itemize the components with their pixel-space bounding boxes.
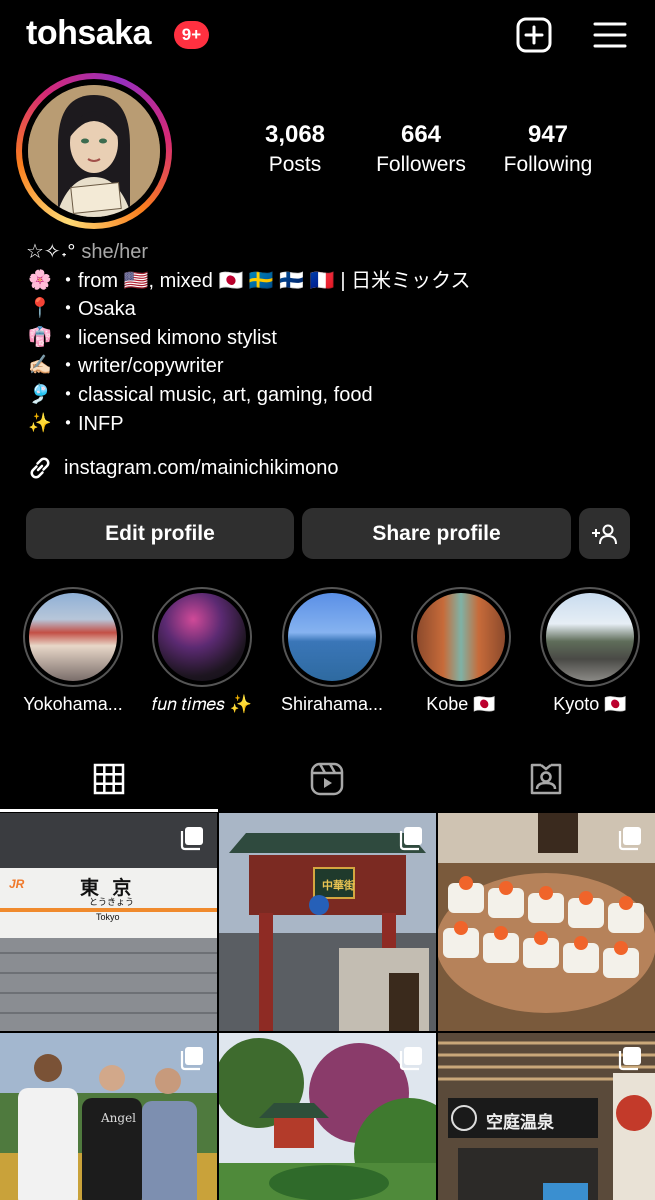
story-ring[interactable]: [16, 73, 172, 229]
highlight-label: Shirahama...: [280, 694, 384, 714]
highlight-fun-times[interactable]: 𝑓𝑢𝑛 𝑡𝑖𝑚𝑒𝑠 ✨: [137, 587, 267, 715]
wind-chime-icon: 🎐: [28, 383, 52, 405]
bio-text: ・classical music, art, gaming, food: [58, 383, 373, 406]
carousel-icon: [399, 1047, 422, 1071]
cherry-blossom-icon: 🌸: [28, 269, 52, 291]
menu-icon[interactable]: [591, 16, 629, 54]
highlight-cover: [417, 593, 505, 681]
bio-text: ・from 🇺🇸, mixed 🇯🇵 🇸🇪 🇫🇮 🇫🇷 | 日米ミックス: [58, 269, 471, 292]
profile-bio: ☆✧˖° she/her 🌸 ・from 🇺🇸, mixed 🇯🇵 🇸🇪 🇫🇮 …: [26, 238, 636, 438]
share-profile-button[interactable]: Share profile: [302, 508, 571, 559]
tab-tagged[interactable]: [437, 745, 655, 812]
link-icon: [30, 457, 50, 479]
bio-line: ✍🏻 ・writer/copywriter: [26, 352, 636, 381]
following-count[interactable]: 947 Following: [495, 120, 601, 180]
highlight-cover: [158, 593, 246, 681]
top-bar: tohsaka 9+: [0, 0, 655, 70]
bio-line: 🌸 ・from 🇺🇸, mixed 🇯🇵 🇸🇪 🇫🇮 🇫🇷 | 日米ミックス: [26, 267, 636, 296]
post-thumbnail[interactable]: [438, 813, 655, 1031]
bio-line: 👘 ・licensed kimono stylist: [26, 324, 636, 353]
post-thumbnail[interactable]: 中華街: [219, 813, 436, 1031]
bio-text: ・INFP: [58, 412, 124, 435]
discover-people-button[interactable]: [579, 508, 630, 559]
new-post-icon[interactable]: [515, 16, 553, 54]
bio-line: ✨ ・INFP: [26, 410, 636, 439]
highlight-kyoto[interactable]: Kyoto 🇯🇵: [525, 587, 655, 715]
sign-text: 空庭温泉: [486, 1113, 554, 1132]
posts-grid: JR 東 京 とうきょう Tokyo 中華街 Angel 空庭温泉: [0, 813, 655, 1200]
post-thumbnail[interactable]: 空庭温泉: [438, 1033, 655, 1200]
active-tab-indicator: [0, 809, 218, 812]
jr-logo: JR: [9, 877, 25, 891]
post-thumbnail[interactable]: JR 東 京 とうきょう Tokyo: [0, 813, 217, 1031]
highlight-cover: [29, 593, 117, 681]
bio-text: ・licensed kimono stylist: [58, 326, 277, 349]
carousel-icon: [618, 827, 641, 851]
username-title[interactable]: tohsaka: [26, 14, 152, 53]
add-person-icon: [591, 524, 617, 544]
bio-line: 📍 ・Osaka: [26, 295, 636, 324]
pronouns: she/her: [81, 241, 149, 263]
posts-count[interactable]: 3,068 Posts: [245, 120, 345, 180]
highlight-kobe[interactable]: Kobe 🇯🇵: [396, 587, 526, 715]
bio-text: ・Osaka: [58, 298, 136, 321]
shirt-text: Angel: [101, 1111, 137, 1125]
sign-kana: とうきょう: [89, 897, 135, 907]
carousel-icon: [618, 1047, 641, 1071]
bio-line: 🎐 ・classical music, art, gaming, food: [26, 381, 636, 410]
sparkles-icon: ✨: [28, 412, 52, 434]
highlight-cover: [288, 593, 376, 681]
highlight-label: Yokohama...: [23, 694, 123, 714]
profile-tabs: [0, 745, 655, 812]
highlight-label: Kobe 🇯🇵: [426, 694, 496, 714]
pin-icon: 📍: [28, 298, 52, 320]
highlight-label: 𝑓𝑢𝑛 𝑡𝑖𝑚𝑒𝑠 ✨: [151, 694, 253, 714]
tab-grid[interactable]: [0, 745, 218, 812]
highlight-cover: [546, 593, 634, 681]
link-text: instagram.com/mainichikimono: [64, 456, 339, 479]
tagged-icon: [530, 763, 562, 794]
highlight-label: Kyoto 🇯🇵: [553, 694, 627, 714]
sign-roman: Tokyo: [96, 912, 120, 922]
post-thumbnail[interactable]: Angel: [0, 1033, 217, 1200]
profile-link[interactable]: instagram.com/mainichikimono: [26, 454, 339, 482]
post-thumbnail[interactable]: [219, 1033, 436, 1200]
followers-count[interactable]: 664 Followers: [365, 120, 477, 180]
notification-badge[interactable]: 9+: [174, 21, 209, 49]
bio-text: ・writer/copywriter: [58, 355, 224, 378]
avatar: [28, 85, 160, 217]
pronoun-prefix: ☆✧˖°: [26, 241, 76, 263]
reels-icon: [310, 762, 344, 795]
grid-icon: [93, 763, 125, 794]
carousel-icon: [180, 1047, 203, 1071]
sign-text: 中華街: [322, 880, 355, 892]
carousel-icon: [180, 827, 203, 851]
kimono-icon: 👘: [28, 326, 52, 348]
writing-hand-icon: ✍🏻: [28, 355, 52, 377]
highlight-yokohama[interactable]: Yokohama...: [8, 587, 138, 715]
edit-profile-button[interactable]: Edit profile: [26, 508, 294, 559]
pronouns-line: ☆✧˖° she/her: [26, 238, 636, 267]
tab-reels[interactable]: [218, 745, 436, 812]
highlight-shirahama[interactable]: Shirahama...: [267, 587, 397, 715]
carousel-icon: [399, 827, 422, 851]
